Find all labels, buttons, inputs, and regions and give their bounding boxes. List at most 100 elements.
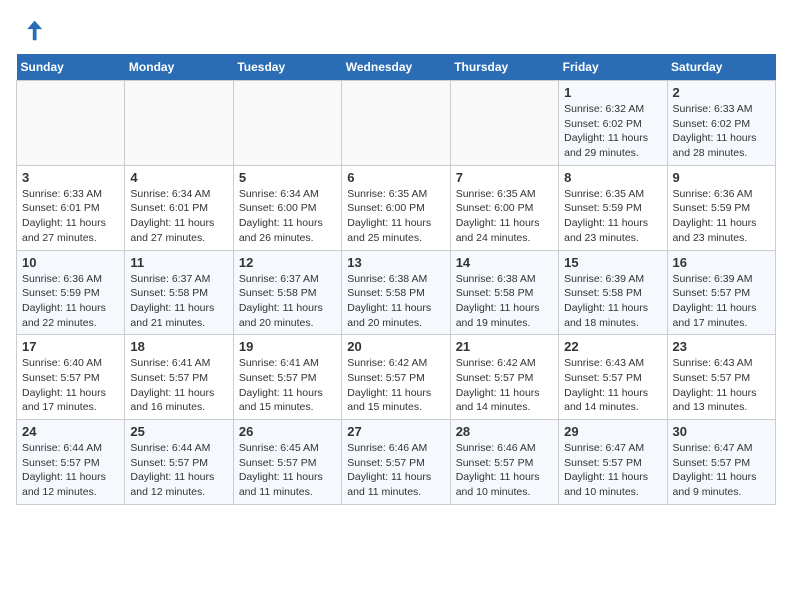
day-info: Sunrise: 6:38 AM Sunset: 5:58 PM Dayligh… <box>456 272 553 331</box>
day-number: 9 <box>673 170 770 185</box>
day-number: 11 <box>130 255 227 270</box>
calendar-cell: 26 Sunrise: 6:45 AM Sunset: 5:57 PM Dayli… <box>233 420 341 505</box>
day-info: Sunrise: 6:38 AM Sunset: 5:58 PM Dayligh… <box>347 272 444 331</box>
calendar-cell: 29 Sunrise: 6:47 AM Sunset: 5:57 PM Dayli… <box>559 420 667 505</box>
calendar-cell: 2 Sunrise: 6:33 AM Sunset: 6:02 PM Daylig… <box>667 81 775 166</box>
day-info: Sunrise: 6:42 AM Sunset: 5:57 PM Dayligh… <box>347 356 444 415</box>
calendar-cell: 30Sunrise: 6:47 AM Sunset: 5:57 PM Dayli… <box>667 420 775 505</box>
day-info: Sunrise: 6:45 AM Sunset: 5:57 PM Dayligh… <box>239 441 336 500</box>
calendar-cell: 4 Sunrise: 6:34 AM Sunset: 6:01 PM Daylig… <box>125 165 233 250</box>
day-info: Sunrise: 6:44 AM Sunset: 5:57 PM Dayligh… <box>22 441 119 500</box>
calendar-cell: 23 Sunrise: 6:43 AM Sunset: 5:57 PM Dayli… <box>667 335 775 420</box>
day-info: Sunrise: 6:42 AM Sunset: 5:57 PM Dayligh… <box>456 356 553 415</box>
weekday-header: Saturday <box>667 54 775 81</box>
weekday-header-row: SundayMondayTuesdayWednesdayThursdayFrid… <box>17 54 776 81</box>
day-number: 18 <box>130 339 227 354</box>
day-number: 24 <box>22 424 119 439</box>
day-info: Sunrise: 6:35 AM Sunset: 5:59 PM Dayligh… <box>564 187 661 246</box>
calendar-cell: 16 Sunrise: 6:39 AM Sunset: 5:57 PM Dayli… <box>667 250 775 335</box>
day-number: 23 <box>673 339 770 354</box>
day-number: 1 <box>564 85 661 100</box>
calendar-cell <box>233 81 341 166</box>
calendar-cell: 21 Sunrise: 6:42 AM Sunset: 5:57 PM Dayli… <box>450 335 558 420</box>
day-number: 21 <box>456 339 553 354</box>
calendar-cell <box>17 81 125 166</box>
day-number: 13 <box>347 255 444 270</box>
calendar-cell: 5 Sunrise: 6:34 AM Sunset: 6:00 PM Daylig… <box>233 165 341 250</box>
day-info: Sunrise: 6:35 AM Sunset: 6:00 PM Dayligh… <box>456 187 553 246</box>
day-info: Sunrise: 6:34 AM Sunset: 6:01 PM Dayligh… <box>130 187 227 246</box>
day-info: Sunrise: 6:33 AM Sunset: 6:01 PM Dayligh… <box>22 187 119 246</box>
calendar-cell: 19 Sunrise: 6:41 AM Sunset: 5:57 PM Dayli… <box>233 335 341 420</box>
day-number: 19 <box>239 339 336 354</box>
day-number: 2 <box>673 85 770 100</box>
day-info: Sunrise: 6:46 AM Sunset: 5:57 PM Dayligh… <box>456 441 553 500</box>
calendar-cell: 22 Sunrise: 6:43 AM Sunset: 5:57 PM Dayli… <box>559 335 667 420</box>
day-info: Sunrise: 6:36 AM Sunset: 5:59 PM Dayligh… <box>22 272 119 331</box>
day-info: Sunrise: 6:41 AM Sunset: 5:57 PM Dayligh… <box>130 356 227 415</box>
header <box>16 16 776 44</box>
calendar-table: SundayMondayTuesdayWednesdayThursdayFrid… <box>16 54 776 505</box>
day-number: 8 <box>564 170 661 185</box>
weekday-header: Tuesday <box>233 54 341 81</box>
calendar-week-row: 17 Sunrise: 6:40 AM Sunset: 5:57 PM Dayli… <box>17 335 776 420</box>
day-number: 5 <box>239 170 336 185</box>
day-number: 4 <box>130 170 227 185</box>
calendar-cell: 28 Sunrise: 6:46 AM Sunset: 5:57 PM Dayli… <box>450 420 558 505</box>
day-number: 30 <box>673 424 770 439</box>
day-number: 27 <box>347 424 444 439</box>
day-info: Sunrise: 6:41 AM Sunset: 5:57 PM Dayligh… <box>239 356 336 415</box>
day-info: Sunrise: 6:39 AM Sunset: 5:58 PM Dayligh… <box>564 272 661 331</box>
weekday-header: Sunday <box>17 54 125 81</box>
day-number: 7 <box>456 170 553 185</box>
day-number: 6 <box>347 170 444 185</box>
calendar-cell: 17 Sunrise: 6:40 AM Sunset: 5:57 PM Dayli… <box>17 335 125 420</box>
day-info: Sunrise: 6:39 AM Sunset: 5:57 PM Dayligh… <box>673 272 770 331</box>
calendar-cell: 15 Sunrise: 6:39 AM Sunset: 5:58 PM Dayli… <box>559 250 667 335</box>
day-number: 14 <box>456 255 553 270</box>
calendar-cell: 24 Sunrise: 6:44 AM Sunset: 5:57 PM Dayli… <box>17 420 125 505</box>
day-number: 15 <box>564 255 661 270</box>
day-number: 10 <box>22 255 119 270</box>
calendar-cell: 1Sunrise: 6:32 AM Sunset: 6:02 PM Daylig… <box>559 81 667 166</box>
day-number: 3 <box>22 170 119 185</box>
day-number: 22 <box>564 339 661 354</box>
weekday-header: Wednesday <box>342 54 450 81</box>
day-info: Sunrise: 6:47 AM Sunset: 5:57 PM Dayligh… <box>564 441 661 500</box>
day-number: 26 <box>239 424 336 439</box>
day-number: 16 <box>673 255 770 270</box>
calendar-cell: 27 Sunrise: 6:46 AM Sunset: 5:57 PM Dayli… <box>342 420 450 505</box>
day-info: Sunrise: 6:33 AM Sunset: 6:02 PM Dayligh… <box>673 102 770 161</box>
day-info: Sunrise: 6:35 AM Sunset: 6:00 PM Dayligh… <box>347 187 444 246</box>
calendar-header: SundayMondayTuesdayWednesdayThursdayFrid… <box>17 54 776 81</box>
day-number: 17 <box>22 339 119 354</box>
day-info: Sunrise: 6:34 AM Sunset: 6:00 PM Dayligh… <box>239 187 336 246</box>
calendar-cell: 7 Sunrise: 6:35 AM Sunset: 6:00 PM Daylig… <box>450 165 558 250</box>
calendar-cell: 13 Sunrise: 6:38 AM Sunset: 5:58 PM Dayli… <box>342 250 450 335</box>
weekday-header: Friday <box>559 54 667 81</box>
weekday-header: Monday <box>125 54 233 81</box>
calendar-cell <box>125 81 233 166</box>
calendar-cell <box>342 81 450 166</box>
calendar-cell: 25 Sunrise: 6:44 AM Sunset: 5:57 PM Dayli… <box>125 420 233 505</box>
day-info: Sunrise: 6:44 AM Sunset: 5:57 PM Dayligh… <box>130 441 227 500</box>
calendar-cell: 9 Sunrise: 6:36 AM Sunset: 5:59 PM Daylig… <box>667 165 775 250</box>
day-number: 29 <box>564 424 661 439</box>
day-info: Sunrise: 6:46 AM Sunset: 5:57 PM Dayligh… <box>347 441 444 500</box>
day-info: Sunrise: 6:43 AM Sunset: 5:57 PM Dayligh… <box>564 356 661 415</box>
day-number: 12 <box>239 255 336 270</box>
calendar-week-row: 3 Sunrise: 6:33 AM Sunset: 6:01 PM Daylig… <box>17 165 776 250</box>
day-info: Sunrise: 6:37 AM Sunset: 5:58 PM Dayligh… <box>130 272 227 331</box>
calendar-cell: 18 Sunrise: 6:41 AM Sunset: 5:57 PM Dayli… <box>125 335 233 420</box>
day-number: 28 <box>456 424 553 439</box>
day-info: Sunrise: 6:36 AM Sunset: 5:59 PM Dayligh… <box>673 187 770 246</box>
calendar-week-row: 10 Sunrise: 6:36 AM Sunset: 5:59 PM Dayli… <box>17 250 776 335</box>
calendar-body: 1Sunrise: 6:32 AM Sunset: 6:02 PM Daylig… <box>17 81 776 505</box>
calendar-cell: 6 Sunrise: 6:35 AM Sunset: 6:00 PM Daylig… <box>342 165 450 250</box>
calendar-cell: 8 Sunrise: 6:35 AM Sunset: 5:59 PM Daylig… <box>559 165 667 250</box>
day-info: Sunrise: 6:40 AM Sunset: 5:57 PM Dayligh… <box>22 356 119 415</box>
calendar-week-row: 24 Sunrise: 6:44 AM Sunset: 5:57 PM Dayli… <box>17 420 776 505</box>
day-info: Sunrise: 6:43 AM Sunset: 5:57 PM Dayligh… <box>673 356 770 415</box>
day-number: 25 <box>130 424 227 439</box>
calendar-cell: 20Sunrise: 6:42 AM Sunset: 5:57 PM Dayli… <box>342 335 450 420</box>
